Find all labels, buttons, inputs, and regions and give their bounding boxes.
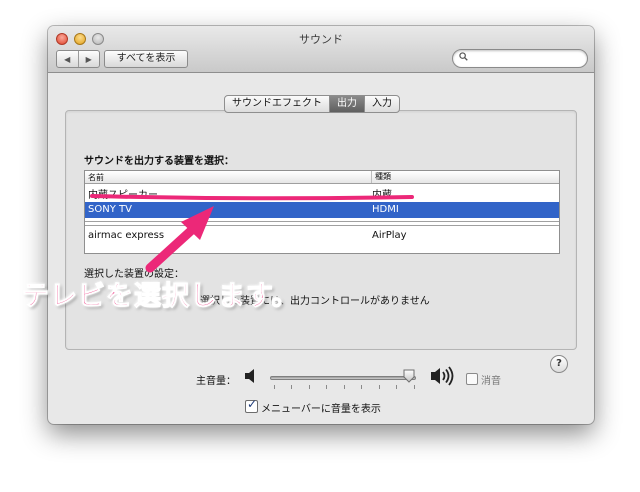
slider-tick <box>396 385 397 389</box>
window-title: サウンド <box>299 33 343 46</box>
show-all-button[interactable]: すべてを表示 <box>104 50 188 68</box>
table-row-selected[interactable]: SONY TV HDMI <box>85 202 559 218</box>
checkmark-icon: ✓ <box>247 397 258 411</box>
tab-output[interactable]: 出力 <box>329 96 364 112</box>
show-volume-in-menu-bar-checkbox[interactable]: ✓ <box>245 397 258 413</box>
column-header-name[interactable]: 名前 <box>88 172 104 183</box>
device-name: 内蔵スピーカー <box>88 190 158 201</box>
show-volume-in-menu-bar-label: メニューバーに音量を表示 <box>261 404 381 415</box>
slider-tick <box>414 385 415 389</box>
slider-tick <box>274 385 275 389</box>
search-icon <box>459 52 468 61</box>
slider-tick <box>326 385 327 389</box>
column-header-type[interactable]: 種類 <box>371 171 391 183</box>
volume-slider-knob[interactable] <box>403 369 415 383</box>
device-type: 内蔵 <box>372 190 392 201</box>
mute-checkbox[interactable] <box>466 373 478 385</box>
volume-slider[interactable] <box>270 376 416 380</box>
slider-tick <box>344 385 345 389</box>
back-forward-control: ◀ ▶ <box>56 50 100 68</box>
device-type: HDMI <box>372 204 399 215</box>
forward-button[interactable]: ▶ <box>77 51 100 67</box>
tab-sound-effects[interactable]: サウンドエフェクト <box>225 96 329 112</box>
tab-input[interactable]: 入力 <box>364 96 399 112</box>
output-panel: サウンドを出力する装置を選択： 名前 種類 内蔵スピーカー 内蔵 SONY TV… <box>65 110 577 373</box>
device-name: SONY TV <box>88 204 132 215</box>
output-volume-label: 主音量： <box>196 376 236 387</box>
table-row[interactable]: 内蔵スピーカー 内蔵 <box>85 184 559 201</box>
mute-label: 消音 <box>481 376 501 387</box>
slider-tick <box>379 385 380 389</box>
back-button[interactable]: ◀ <box>57 51 78 67</box>
table-header: 名前 種類 <box>85 171 559 184</box>
device-type: AirPlay <box>372 230 407 241</box>
search-input[interactable] <box>452 49 588 68</box>
tab-bar: サウンドエフェクト 出力 入力 <box>224 95 400 113</box>
speaker-high-icon <box>431 366 454 386</box>
sound-preferences-window: サウンド ◀ ▶ すべてを表示 サウンドエフェクト 出力 入力 サウンドを出力す… <box>48 26 594 424</box>
help-button[interactable]: ? <box>550 355 568 373</box>
select-device-label: サウンドを出力する装置を選択： <box>84 156 234 167</box>
annotation-callout: テレビを選択します。 <box>21 281 300 313</box>
row-divider <box>85 221 559 226</box>
slider-tick <box>361 385 362 389</box>
table-row[interactable]: airmac express AirPlay <box>85 228 559 244</box>
output-device-table: 名前 種類 内蔵スピーカー 内蔵 SONY TV HDMI airmac exp… <box>84 170 560 254</box>
title-bar: サウンド ◀ ▶ すべてを表示 <box>48 26 594 73</box>
device-name: airmac express <box>88 230 165 241</box>
slider-tick <box>309 385 310 389</box>
slider-tick <box>291 385 292 389</box>
speaker-low-icon <box>245 369 254 383</box>
